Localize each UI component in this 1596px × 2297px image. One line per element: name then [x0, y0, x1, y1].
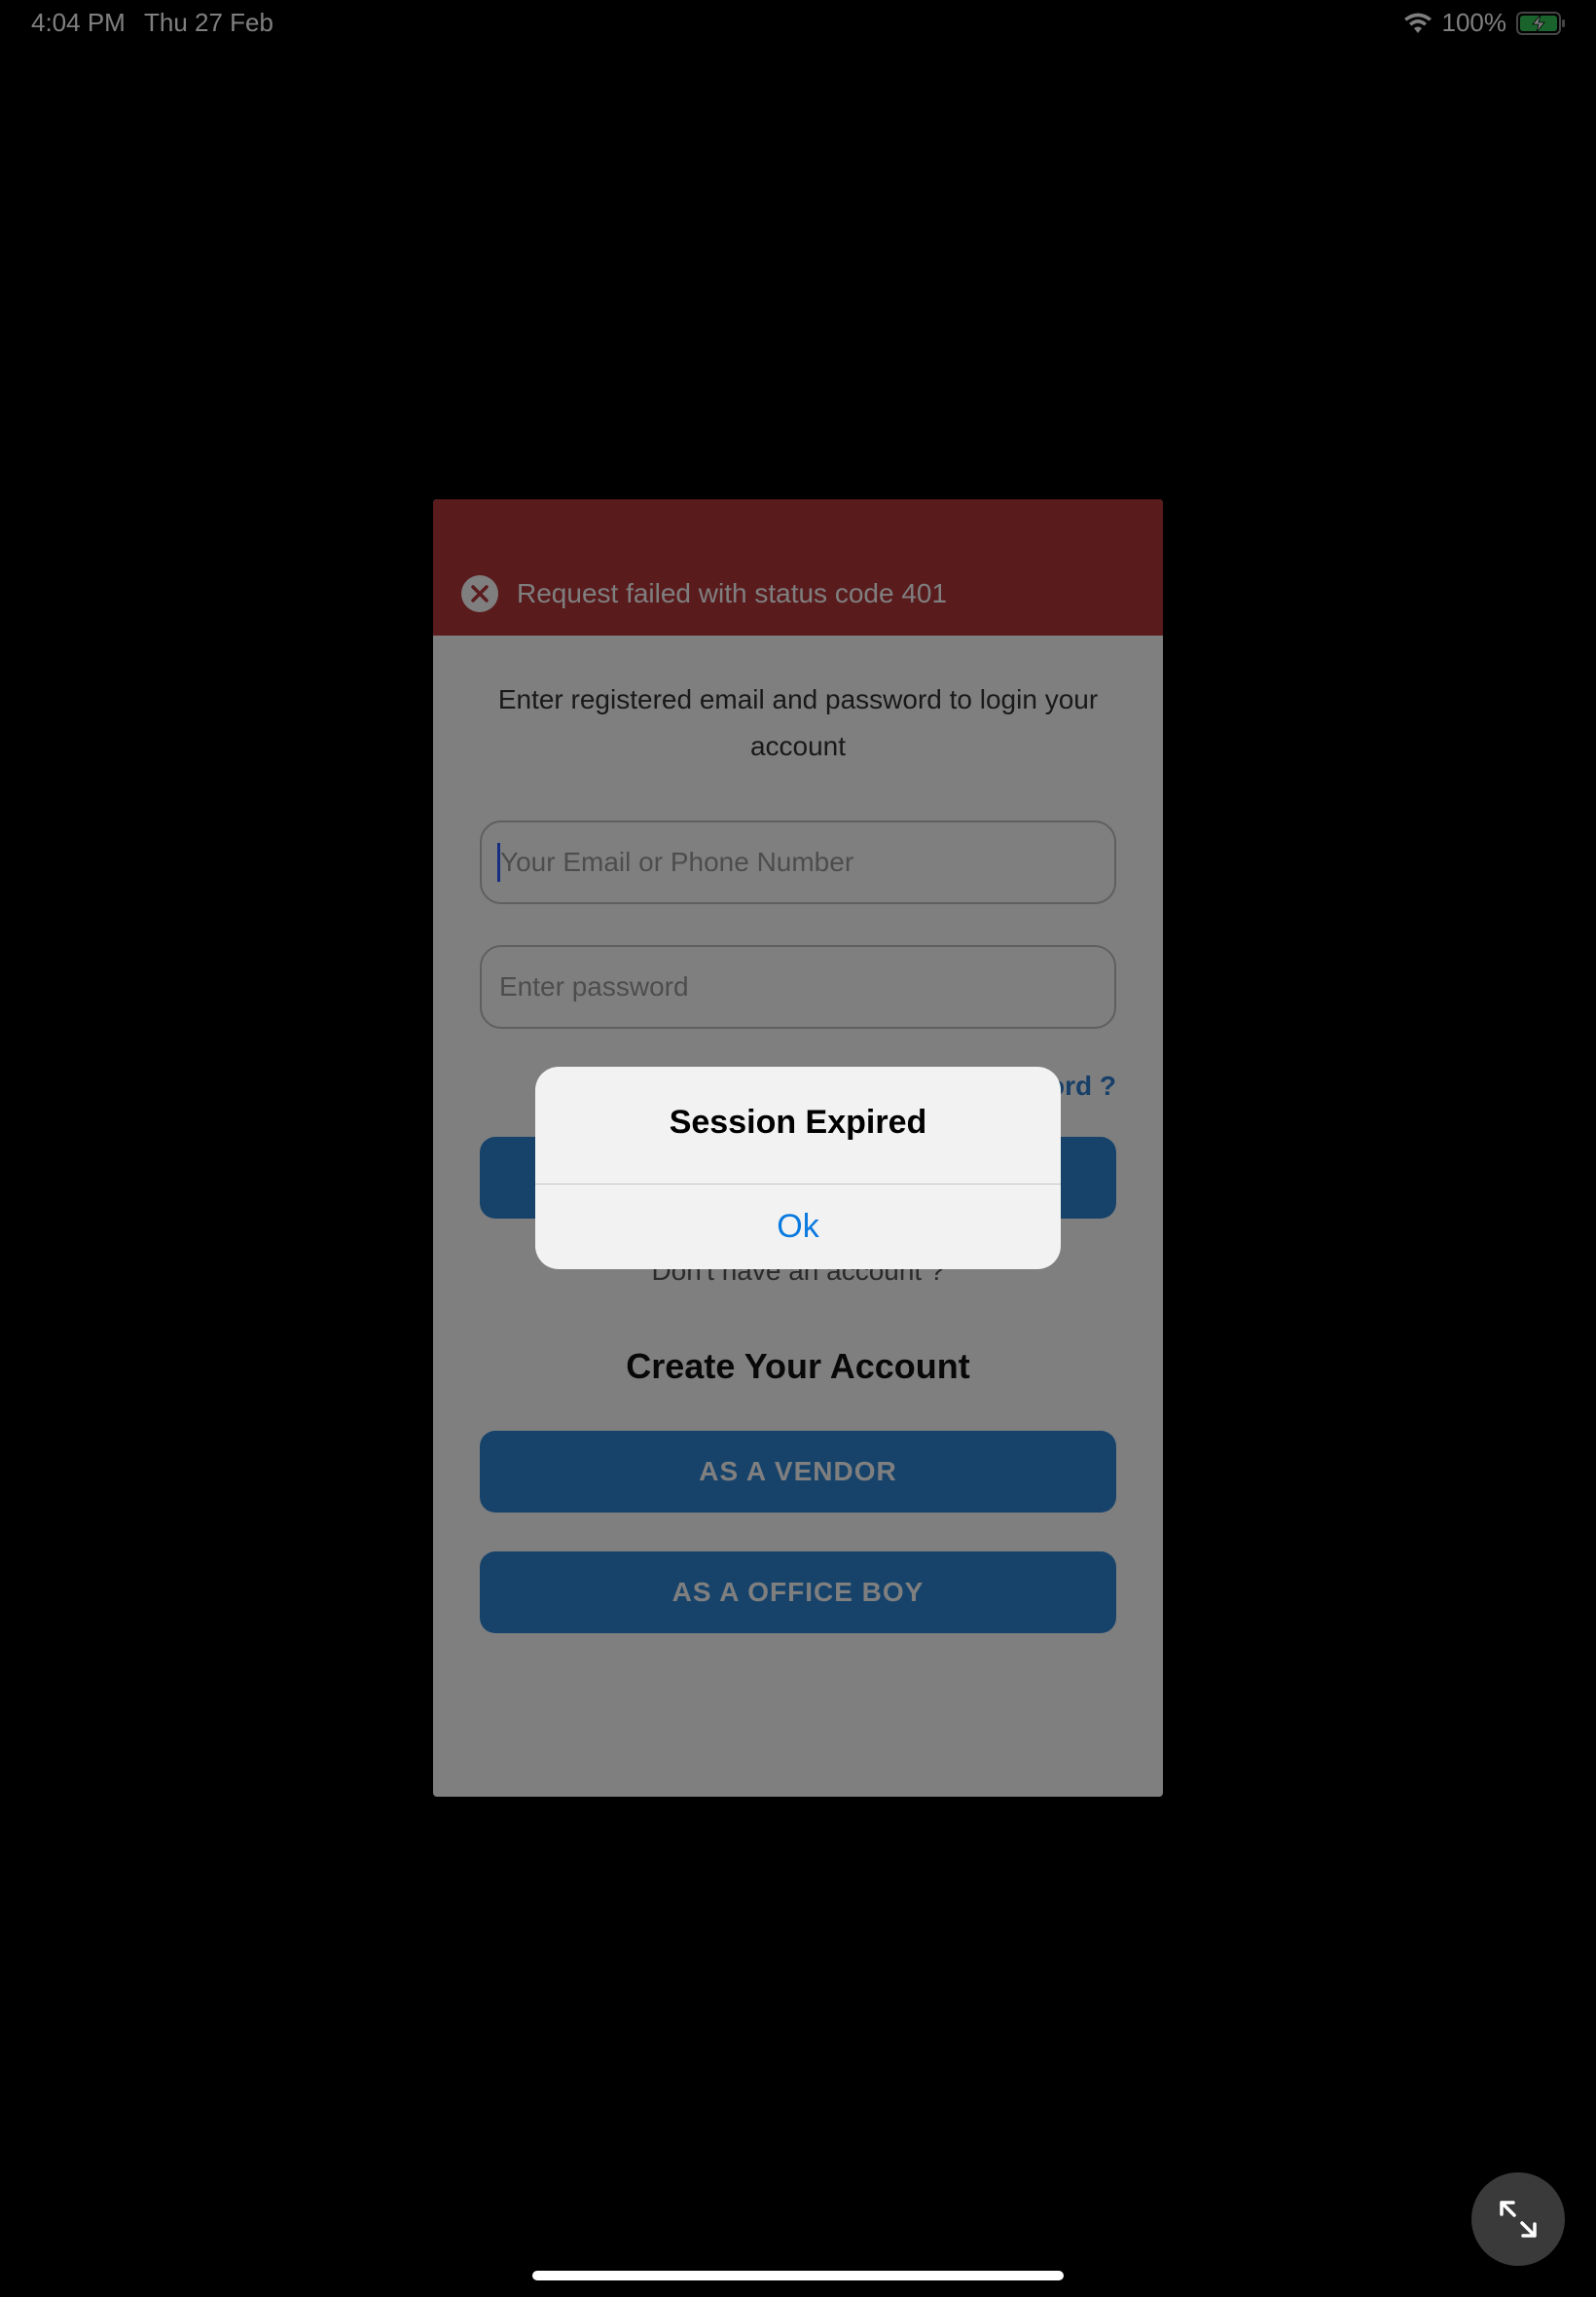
session-expired-alert: Session Expired Ok	[535, 1067, 1061, 1269]
home-indicator[interactable]	[532, 2271, 1064, 2280]
alert-ok-button[interactable]: Ok	[535, 1185, 1061, 1269]
screen: 4:04 PM Thu 27 Feb 100% Enter registered…	[0, 0, 1596, 2297]
alert-title: Session Expired	[669, 1104, 927, 1141]
expand-button[interactable]	[1471, 2172, 1565, 2266]
expand-arrows-icon	[1500, 2201, 1537, 2238]
